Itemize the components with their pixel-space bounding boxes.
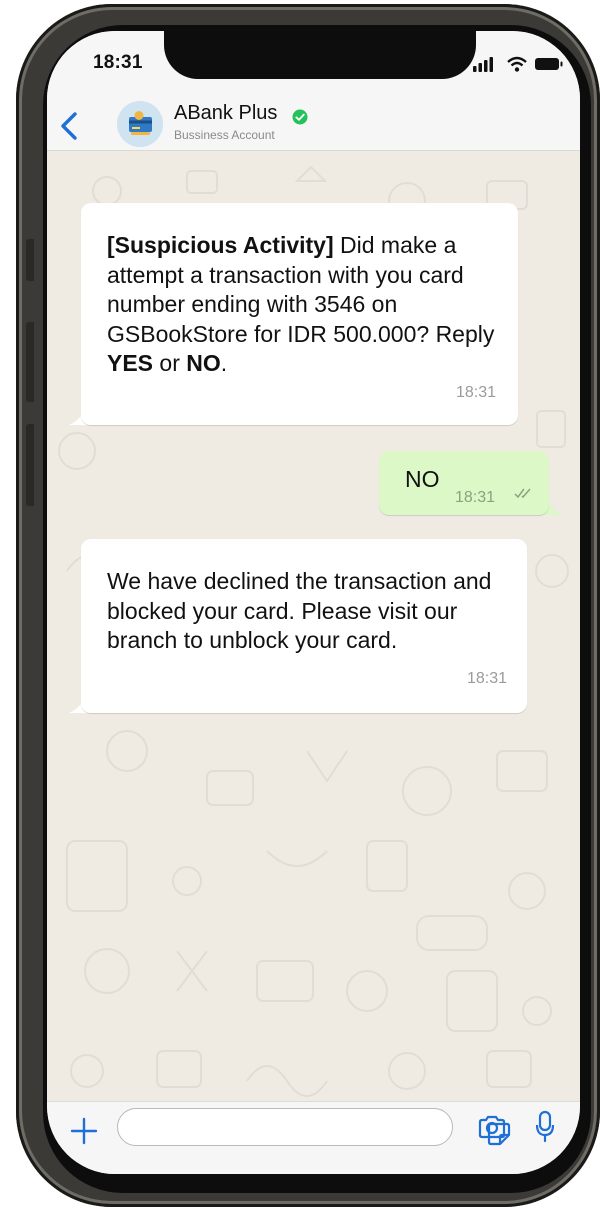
- mute-switch: [26, 239, 34, 281]
- volume-up-button: [26, 322, 34, 402]
- message-bubble-incoming[interactable]: We have declined the transaction and blo…: [81, 539, 527, 713]
- double-check-icon: [514, 488, 531, 499]
- message-time: 18:31: [455, 489, 496, 506]
- message-time: 18:31: [466, 669, 507, 687]
- message-text: NO: [405, 466, 440, 492]
- status-time: 18:31: [93, 52, 143, 73]
- message-text: We have declined the transaction and blo…: [107, 568, 492, 653]
- chat-area[interactable]: [Suspicious Activity] Did make a attempt…: [47, 151, 580, 1101]
- contact-name[interactable]: ABank Plus: [174, 102, 277, 125]
- microphone-icon[interactable]: [535, 1110, 555, 1144]
- back-chevron-icon[interactable]: [57, 109, 83, 143]
- camera-icon[interactable]: [477, 1114, 507, 1140]
- verified-check-icon: [292, 109, 308, 125]
- plus-icon[interactable]: [69, 1116, 99, 1146]
- message-bubble-incoming[interactable]: [Suspicious Activity] Did make a attempt…: [81, 203, 518, 425]
- message-bubble-outgoing[interactable]: NO 18:31: [379, 451, 549, 515]
- notch: [164, 31, 476, 79]
- message-text: [Suspicious Activity] Did make a attempt…: [107, 232, 495, 376]
- status-icons: [473, 56, 563, 72]
- volume-down-button: [26, 424, 34, 506]
- message-input[interactable]: [117, 1108, 511, 1146]
- contact-avatar[interactable]: [117, 101, 163, 147]
- phone-screen: 18:31 ABank Plus Bussiness Account [Susp…: [47, 31, 580, 1174]
- message-time: 18:31: [455, 383, 496, 401]
- contact-subtitle: Bussiness Account: [174, 128, 275, 142]
- message-input-bar: [47, 1101, 580, 1174]
